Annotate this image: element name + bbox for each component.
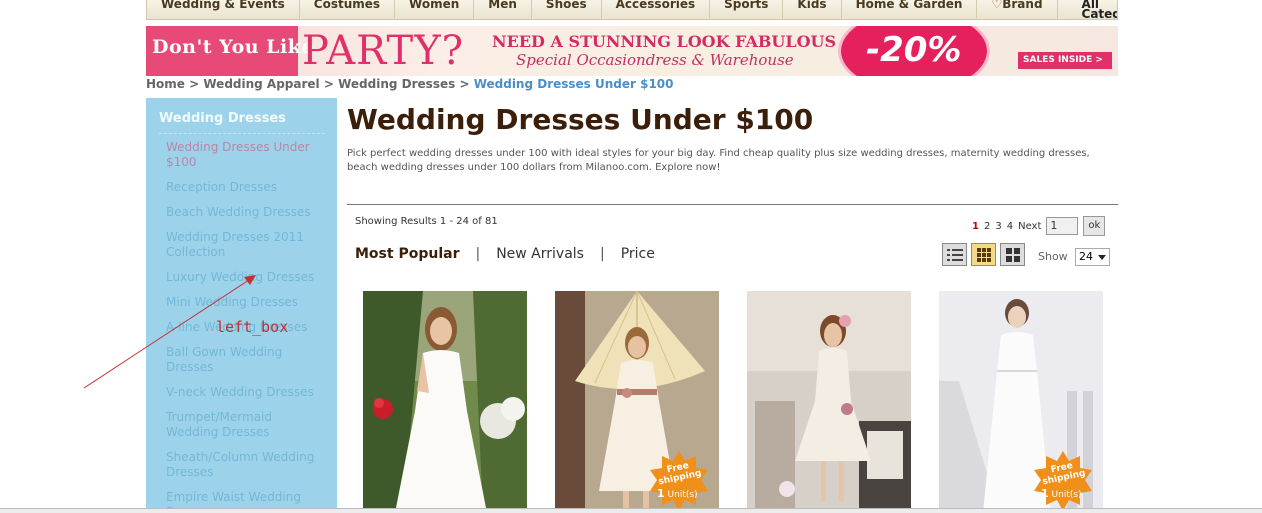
- product-card[interactable]: Free shipping 1 Unit(s): [939, 291, 1103, 513]
- show-per-page-select[interactable]: 24: [1075, 248, 1110, 266]
- free-shipping-badge: Free shipping 1 Unit(s): [649, 451, 709, 511]
- grid-small-view-icon: [976, 247, 991, 262]
- sort-price[interactable]: Price: [621, 246, 655, 262]
- unit-count-label: Unit(s): [1051, 490, 1082, 500]
- unit-count: 1 Unit(s): [657, 487, 698, 500]
- page-link-3[interactable]: 3: [995, 221, 1001, 232]
- results-count: Showing Results 1 - 24 of 81: [355, 216, 498, 227]
- browser-status-bar: [0, 508, 1262, 513]
- show-per-page-value: 24: [1079, 250, 1093, 263]
- unit-count-label: Unit(s): [667, 490, 698, 500]
- page-link-4[interactable]: 4: [1007, 221, 1013, 232]
- product-image[interactable]: [747, 291, 911, 513]
- unit-count: 1 Unit(s): [1041, 487, 1082, 500]
- page-title: Wedding Dresses Under $100: [347, 103, 814, 136]
- show-label: Show: [1038, 250, 1068, 263]
- page-link-1[interactable]: 1: [972, 221, 979, 232]
- product-card[interactable]: Free shipping 1 Unit(s): [555, 291, 719, 513]
- sort-new-arrivals[interactable]: New Arrivals: [496, 246, 584, 262]
- chevron-down-icon: [1098, 255, 1106, 260]
- grid-large-view-icon: [1005, 247, 1020, 262]
- unit-count-number: 1: [1041, 487, 1049, 500]
- content-divider: [347, 204, 1118, 205]
- sort-bar: Most Popular | New Arrivals | Price: [355, 246, 655, 262]
- page-number-input[interactable]: 1: [1046, 217, 1079, 235]
- product-card[interactable]: [747, 291, 911, 513]
- product-image[interactable]: [363, 291, 527, 513]
- sort-most-popular[interactable]: Most Popular: [355, 246, 459, 262]
- go-page-button[interactable]: ok: [1083, 216, 1106, 236]
- page-description: Pick perfect wedding dresses under 100 w…: [347, 148, 1090, 173]
- annotation-label: left_box: [216, 318, 289, 336]
- sort-separator: |: [475, 246, 481, 262]
- list-view-button[interactable]: [942, 243, 967, 266]
- page-link-2[interactable]: 2: [984, 221, 990, 232]
- grid-small-view-button[interactable]: [971, 243, 996, 266]
- unit-count-number: 1: [657, 487, 665, 500]
- next-page-link[interactable]: Next: [1018, 221, 1041, 232]
- free-shipping-badge: Free shipping 1 Unit(s): [1033, 451, 1093, 511]
- pagination: 1 2 3 4 Next 1 ok: [972, 216, 1106, 236]
- sort-separator: |: [599, 246, 605, 262]
- list-view-icon: [946, 248, 963, 261]
- annotation-arrow-head: [244, 275, 256, 285]
- grid-large-view-button[interactable]: [1000, 243, 1025, 266]
- product-card[interactable]: [363, 291, 527, 513]
